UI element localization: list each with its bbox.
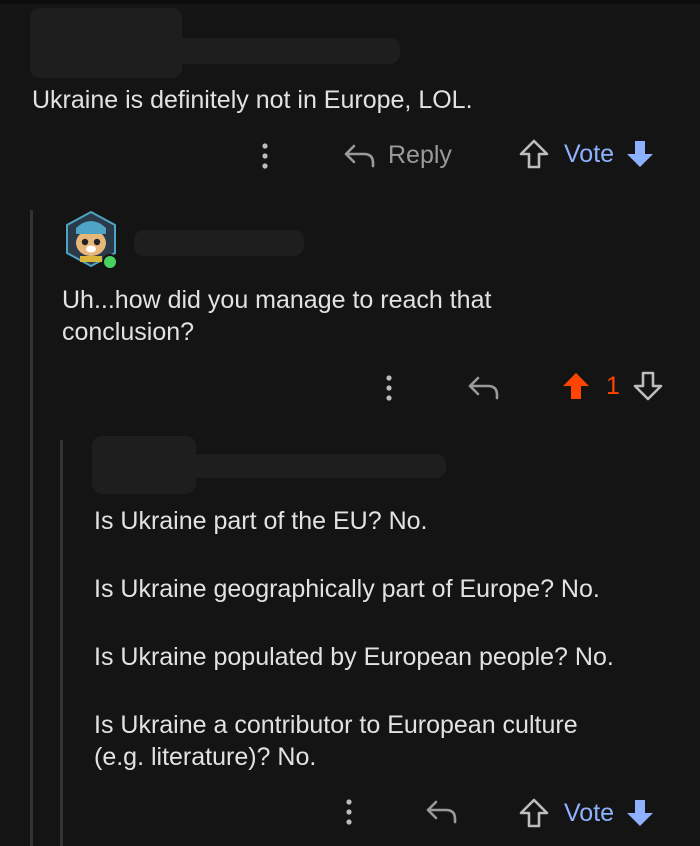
upvote-outline-icon[interactable] bbox=[518, 138, 550, 170]
reply-arrow-icon bbox=[426, 800, 457, 824]
downvote-filled-icon[interactable] bbox=[624, 138, 656, 170]
more-options-icon bbox=[386, 375, 392, 401]
more-options-button[interactable] bbox=[256, 142, 274, 170]
downvote-filled-icon[interactable] bbox=[624, 797, 656, 829]
reply-button[interactable] bbox=[424, 796, 458, 826]
comment-paragraph-5: (e.g. literature)? No. bbox=[94, 743, 317, 771]
redacted-username bbox=[150, 38, 400, 64]
online-status-icon bbox=[102, 254, 118, 270]
more-options-button[interactable] bbox=[340, 798, 358, 826]
top-divider bbox=[0, 0, 700, 4]
vote-group: 1 bbox=[560, 370, 664, 402]
comment-paragraph-2: Is Ukraine geographically part of Europe… bbox=[94, 575, 600, 603]
vote-count: 1 bbox=[606, 371, 620, 400]
reply-arrow-icon bbox=[344, 144, 375, 168]
reply-label: Reply bbox=[388, 140, 452, 169]
comment-body: Ukraine is definitely not in Europe, LOL… bbox=[32, 86, 473, 114]
more-options-button[interactable] bbox=[380, 374, 398, 402]
more-options-icon bbox=[346, 799, 352, 825]
reply-button[interactable]: Reply bbox=[342, 140, 452, 170]
comment-body-line-1: Uh...how did you manage to reach that bbox=[62, 286, 492, 314]
vote-group: Vote bbox=[518, 138, 656, 170]
thread-line-2[interactable] bbox=[60, 440, 63, 846]
vote-label: Vote bbox=[564, 798, 615, 827]
avatar[interactable] bbox=[62, 210, 120, 270]
thread-line-1[interactable] bbox=[30, 210, 33, 846]
more-options-icon bbox=[262, 143, 268, 169]
comment-paragraph-3: Is Ukraine populated by European people?… bbox=[94, 643, 614, 671]
reply-button[interactable] bbox=[466, 372, 500, 402]
vote-label: Vote bbox=[564, 139, 615, 168]
downvote-outline-icon[interactable] bbox=[632, 370, 664, 402]
redacted-username bbox=[190, 454, 446, 478]
redacted-avatar bbox=[92, 436, 196, 494]
reply-arrow-icon bbox=[468, 376, 499, 400]
upvote-outline-icon[interactable] bbox=[518, 797, 550, 829]
comment-paragraph-1: Is Ukraine part of the EU? No. bbox=[94, 507, 428, 535]
vote-group: Vote bbox=[518, 797, 656, 829]
redacted-username bbox=[134, 230, 304, 256]
comment-paragraph-4: Is Ukraine a contributor to European cul… bbox=[94, 711, 578, 739]
upvote-filled-icon[interactable] bbox=[560, 370, 592, 402]
comment-body-line-2: conclusion? bbox=[62, 318, 195, 346]
